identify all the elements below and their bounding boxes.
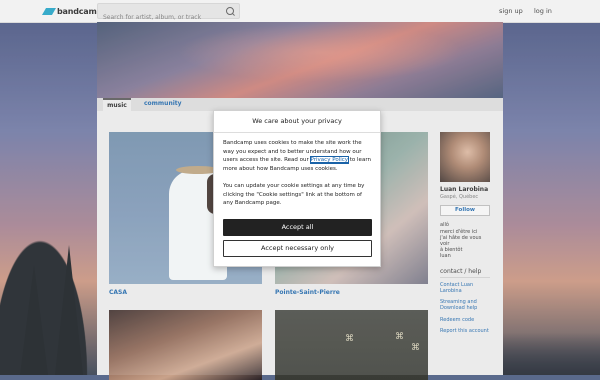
accept-necessary-button[interactable]: Accept necessary only xyxy=(223,240,372,257)
cookie-consent-dialog: We care about your privacy Bandcamp uses… xyxy=(213,110,381,267)
dialog-title: We care about your privacy xyxy=(214,111,380,133)
cookie-explanation: Bandcamp uses cookies to make the site w… xyxy=(223,139,373,173)
cookie-settings-note: You can update your cookie settings at a… xyxy=(223,183,365,206)
privacy-policy-link[interactable]: Privacy Policy xyxy=(309,156,350,164)
accept-all-button[interactable]: Accept all xyxy=(223,219,372,236)
